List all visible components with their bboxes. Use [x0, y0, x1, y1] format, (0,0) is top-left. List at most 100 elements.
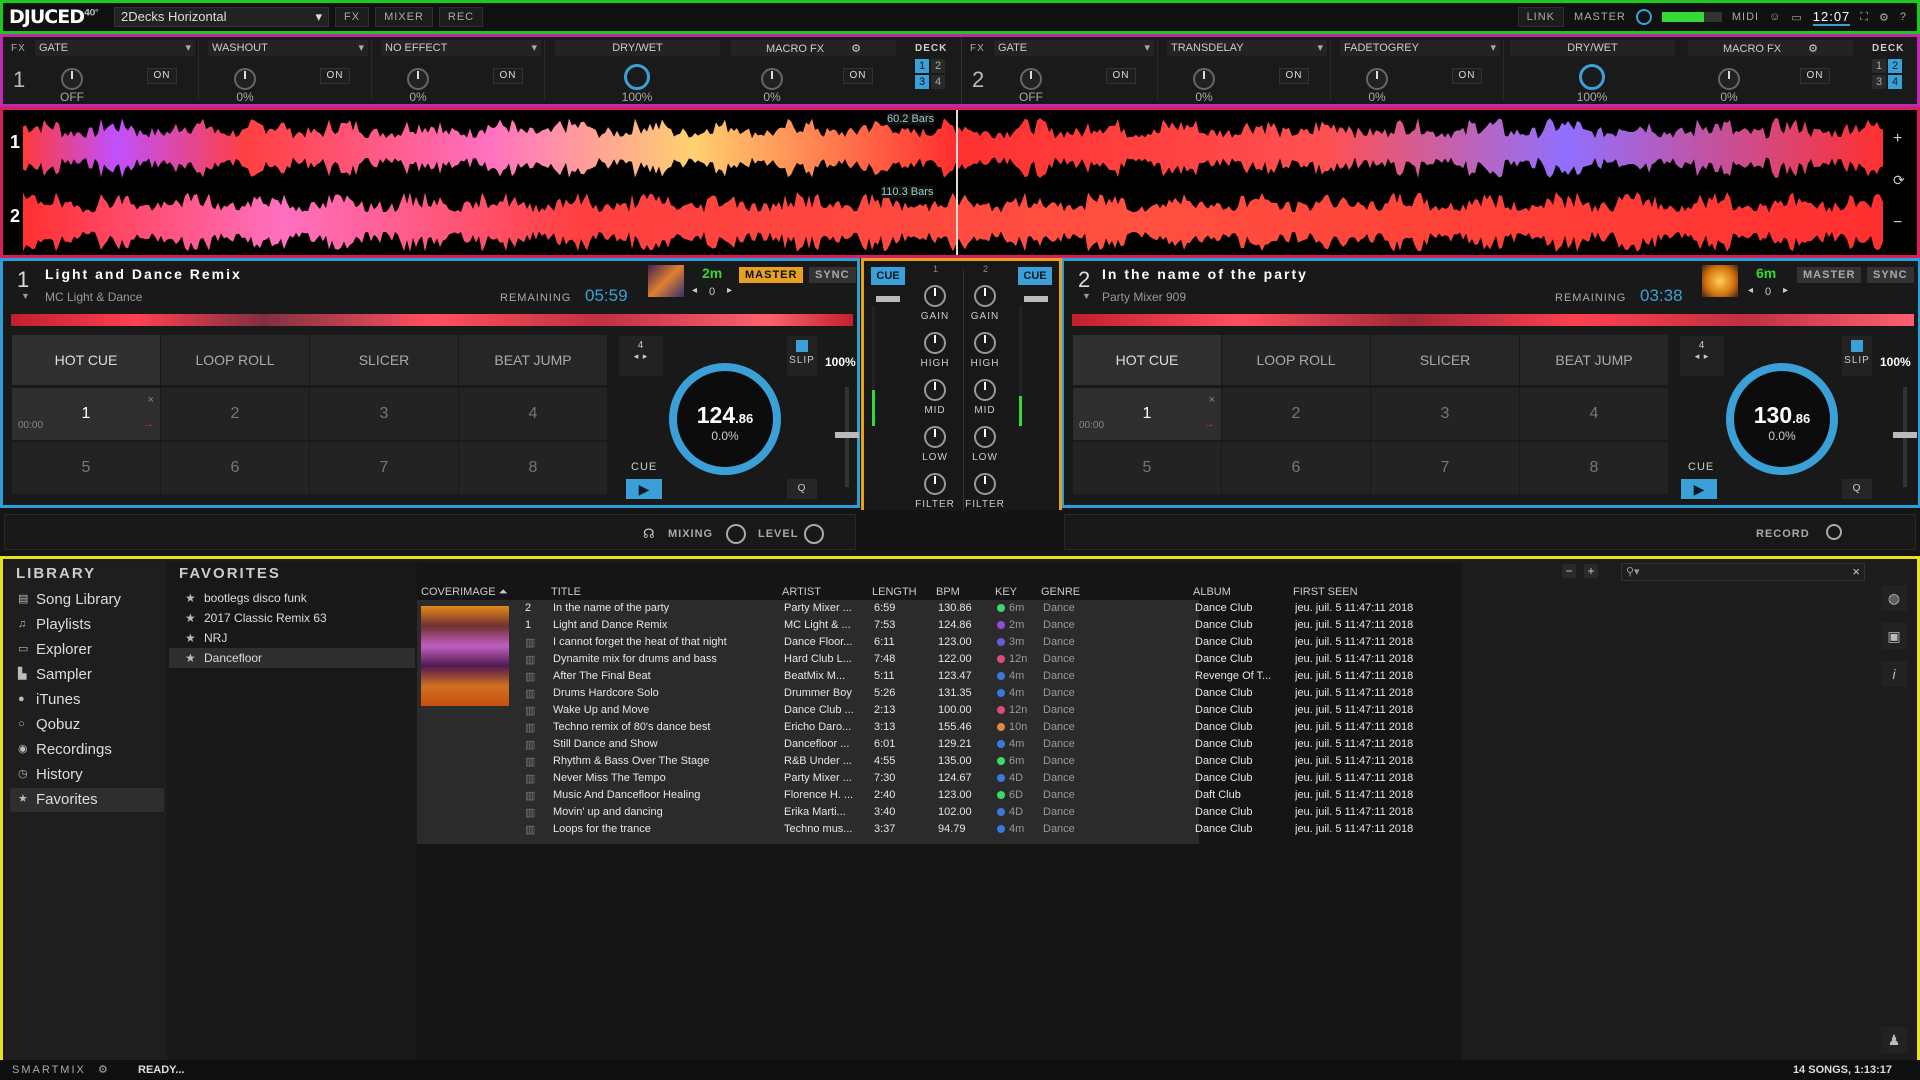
table-row[interactable]: ▥ Movin' up and dancing Erika Marti... 3:40…: [515, 806, 1413, 823]
key-up-icon[interactable]: ▸: [1783, 285, 1788, 296]
table-row[interactable]: ▥ After The Final Beat BeatMix M... 5:11 123…: [515, 670, 1413, 687]
hot-cue-pad-4[interactable]: 4: [1520, 388, 1668, 440]
table-row[interactable]: 2 In the name of the party Party Mixer ...…: [515, 602, 1413, 619]
gain-knob-ch2[interactable]: [974, 285, 996, 307]
low-knob-ch2[interactable]: [974, 426, 996, 448]
hot-cue-pad-7[interactable]: 7: [1371, 442, 1519, 494]
key-down-icon[interactable]: ◂: [692, 285, 697, 296]
hot-cue-pad-7[interactable]: 7: [310, 442, 458, 494]
deck-assign-2[interactable]: 2: [931, 59, 945, 73]
sidebar-item-qobuz[interactable]: ○ Qobuz: [10, 713, 164, 737]
deck-assign-2[interactable]: 2: [1888, 59, 1902, 73]
clear-icon[interactable]: ×: [1852, 564, 1860, 579]
sidebar-item-itunes[interactable]: ● iTunes: [10, 688, 164, 712]
drywet-knob[interactable]: [1579, 64, 1605, 90]
fx-knob[interactable]: [61, 68, 83, 90]
table-row[interactable]: ▥ Never Miss The Tempo Party Mixer ... 7:30…: [515, 772, 1413, 789]
mixing-knob[interactable]: [726, 524, 746, 544]
table-row[interactable]: ▥ I cannot forget the heat of that night D…: [515, 636, 1413, 653]
play-button[interactable]: ▶: [626, 479, 662, 499]
favorite-item[interactable]: ★ 2017 Classic Remix 63: [169, 608, 415, 628]
fx-toggle-button[interactable]: FX: [335, 7, 370, 27]
sync-waves-icon[interactable]: ⟳: [1893, 172, 1905, 189]
plus-icon[interactable]: +: [1584, 564, 1598, 578]
fx-knob[interactable]: [407, 68, 429, 90]
controller-icon[interactable]: ☺: [1769, 11, 1781, 23]
sidebar-item-sampler[interactable]: ▙ Sampler: [10, 663, 164, 687]
fx-knob[interactable]: [1020, 68, 1042, 90]
sync-button[interactable]: SYNC: [1867, 267, 1914, 283]
col-header-title[interactable]: TITLE: [551, 586, 581, 600]
hot-cue-pad-8[interactable]: 8: [1520, 442, 1668, 494]
fx-knob[interactable]: [234, 68, 256, 90]
waveform-area[interactable]: 1 2 60.2 Bars 110.3 Bars + ⟳ −: [0, 107, 1920, 258]
deck-assign-4[interactable]: 4: [1888, 75, 1902, 89]
copy-icon[interactable]: ▣: [1881, 623, 1907, 649]
volume-fader-ch1[interactable]: [876, 296, 900, 302]
gain-knob-ch1[interactable]: [924, 285, 946, 307]
gear-icon[interactable]: ⚙: [851, 43, 861, 55]
sidebar-item-favorites[interactable]: ★ Favorites: [10, 788, 164, 812]
table-row[interactable]: ▥ Drums Hardcore Solo Drummer Boy 5:26 131.3…: [515, 687, 1413, 704]
user-icon[interactable]: ♟: [1881, 1027, 1907, 1053]
deck-assign-4[interactable]: 4: [931, 75, 945, 89]
favorite-item[interactable]: ★ NRJ: [169, 628, 415, 648]
col-header-coverimage[interactable]: COVERIMAGE ⏶: [421, 586, 507, 600]
table-row[interactable]: ▥ Still Dance and Show Dancefloor ... 6:01 1…: [515, 738, 1413, 755]
high-knob-ch2[interactable]: [974, 332, 996, 354]
slip-button[interactable]: SLIP: [1842, 336, 1872, 376]
slip-button[interactable]: SLIP: [787, 336, 817, 376]
layout-select[interactable]: 2Decks Horizontal ▾: [114, 7, 329, 27]
zoom-out-icon[interactable]: −: [1893, 214, 1902, 232]
macro-knob[interactable]: [1718, 68, 1740, 90]
tab-hot-cue[interactable]: HOT CUE: [1073, 335, 1221, 385]
tab-slicer[interactable]: SLICER: [1371, 335, 1519, 385]
pitch-fader-handle[interactable]: [1893, 432, 1917, 438]
deck-assign-3[interactable]: 3: [915, 75, 929, 89]
key-up-icon[interactable]: ▸: [727, 285, 732, 296]
col-header-key[interactable]: KEY: [995, 586, 1017, 600]
tab-loop-roll[interactable]: LOOP ROLL: [1222, 335, 1370, 385]
pitch-fader-handle[interactable]: [835, 432, 859, 438]
hot-cue-pad-3[interactable]: 3: [310, 388, 458, 440]
deck-menu-icon[interactable]: ▼: [1082, 291, 1091, 301]
hot-cue-pad-2[interactable]: 2: [161, 388, 309, 440]
hot-cue-pad-6[interactable]: 6: [1222, 442, 1370, 494]
table-row[interactable]: 1 Light and Dance Remix MC Light & ... 7:53…: [515, 619, 1413, 636]
volume-fader-ch2[interactable]: [1024, 296, 1048, 302]
hot-cue-pad-1[interactable]: 1 00:00 × →: [1073, 388, 1221, 440]
fx-on-button[interactable]: ON: [320, 68, 350, 84]
sidebar-item-history[interactable]: ◷ History: [10, 763, 164, 787]
hot-cue-pad-1[interactable]: 1 00:00 × →: [12, 388, 160, 440]
key-down-icon[interactable]: ◂: [1748, 285, 1753, 296]
info-icon[interactable]: i: [1881, 661, 1907, 687]
rec-toggle-button[interactable]: REC: [438, 7, 484, 27]
deck-assign-3[interactable]: 3: [1872, 75, 1886, 89]
loop-size-control[interactable]: 4 ◂ ▸: [619, 336, 663, 376]
close-icon[interactable]: ×: [148, 394, 154, 406]
fx-select[interactable]: FADETOGREY: [1340, 40, 1500, 56]
level-knob[interactable]: [804, 524, 824, 544]
cue-button-ch1[interactable]: CUE: [871, 267, 905, 285]
favorite-item[interactable]: ★ bootlegs disco funk: [169, 588, 415, 608]
sidebar-item-playlists[interactable]: ♫ Playlists: [10, 613, 164, 637]
fx-on-button[interactable]: ON: [1279, 68, 1309, 84]
hot-cue-pad-5[interactable]: 5: [12, 442, 160, 494]
gear-icon[interactable]: ⚙: [98, 1063, 108, 1076]
play-button[interactable]: ▶: [1681, 479, 1717, 499]
hot-cue-pad-2[interactable]: 2: [1222, 388, 1370, 440]
mid-knob-ch1[interactable]: [924, 379, 946, 401]
fx-on-button[interactable]: ON: [147, 68, 177, 84]
tab-beat-jump[interactable]: BEAT JUMP: [459, 335, 607, 385]
drywet-knob[interactable]: [624, 64, 650, 90]
tab-slicer[interactable]: SLICER: [310, 335, 458, 385]
deck-load-icon[interactable]: ◍: [1881, 585, 1907, 611]
tab-beat-jump[interactable]: BEAT JUMP: [1520, 335, 1668, 385]
loop-size-control[interactable]: 4 ◂ ▸: [1680, 336, 1724, 376]
sync-button[interactable]: SYNC: [809, 267, 856, 283]
master-button[interactable]: MASTER: [1797, 267, 1862, 283]
col-header-album[interactable]: ALBUM: [1193, 586, 1231, 600]
hot-cue-pad-8[interactable]: 8: [459, 442, 607, 494]
waveform-deck2[interactable]: [23, 189, 1885, 255]
fx-select[interactable]: GATE: [35, 40, 195, 56]
